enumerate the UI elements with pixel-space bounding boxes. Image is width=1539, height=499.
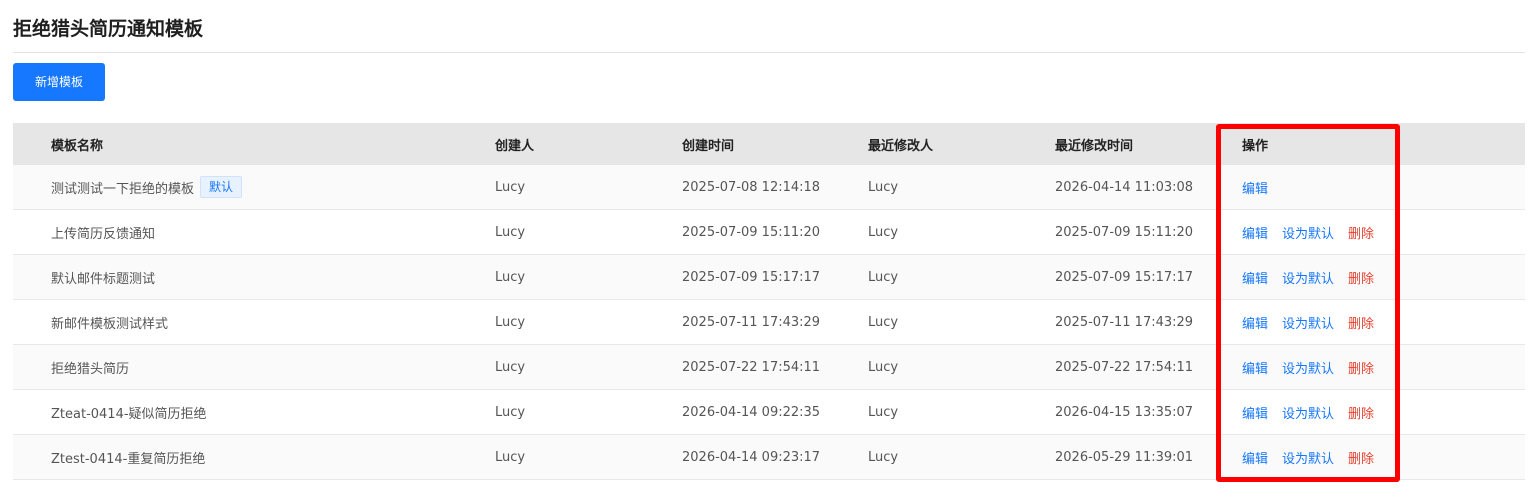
cell-creator: Lucy (495, 314, 526, 330)
delete-link[interactable]: 删除 (1348, 223, 1374, 242)
cell-modifier: Lucy (868, 359, 899, 375)
table-row: 默认邮件标题测试 Lucy 2025-07-09 15:17:17 Lucy 2… (13, 255, 1525, 300)
cell-modifier: Lucy (868, 404, 899, 420)
cell-name: Ztest-0414-重复简历拒绝 (13, 448, 495, 467)
column-header-name: 模板名称 (51, 138, 104, 154)
cell-actions: 编辑 设为默认 删除 (1242, 358, 1525, 377)
edit-link[interactable]: 编辑 (1242, 268, 1268, 287)
cell-modified-at: 2025-07-22 17:54:11 (1055, 359, 1194, 375)
edit-link[interactable]: 编辑 (1242, 313, 1268, 332)
cell-modifier: Lucy (868, 449, 899, 465)
cell-created-at: 2025-07-09 15:11:20 (682, 224, 821, 240)
cell-creator: Lucy (495, 224, 526, 240)
title-divider (13, 52, 1525, 53)
set-default-link[interactable]: 设为默认 (1282, 268, 1334, 287)
cell-creator: Lucy (495, 179, 526, 195)
cell-name: 测试测试一下拒绝的模板 默认 (13, 176, 495, 198)
add-template-button[interactable]: 新增模板 (13, 63, 105, 101)
template-table: 模板名称 创建人 创建时间 最近修改人 最近修改时间 操作 测试测试一下拒绝的模… (13, 123, 1525, 480)
set-default-link[interactable]: 设为默认 (1282, 358, 1334, 377)
template-name: Ztest-0414-重复简历拒绝 (51, 451, 206, 467)
column-header-creator: 创建人 (495, 138, 535, 154)
cell-actions: 编辑 设为默认 删除 (1242, 268, 1525, 287)
cell-name: Zteat-0414-疑似简历拒绝 (13, 403, 495, 422)
template-name: 拒绝猎头简历 (51, 361, 130, 377)
cell-created-at: 2025-07-22 17:54:11 (682, 359, 821, 375)
edit-link[interactable]: 编辑 (1242, 223, 1268, 242)
cell-name: 新邮件模板测试样式 (13, 313, 495, 332)
set-default-link[interactable]: 设为默认 (1282, 403, 1334, 422)
template-name: Zteat-0414-疑似简历拒绝 (51, 406, 207, 422)
cell-modified-at: 2025-07-09 15:11:20 (1055, 224, 1194, 240)
cell-actions: 编辑 设为默认 删除 (1242, 448, 1525, 467)
cell-creator: Lucy (495, 359, 526, 375)
cell-modified-at: 2026-04-14 11:03:08 (1055, 179, 1194, 195)
default-badge: 默认 (200, 176, 243, 198)
cell-created-at: 2025-07-09 15:17:17 (682, 269, 821, 285)
set-default-link[interactable]: 设为默认 (1282, 313, 1334, 332)
delete-link[interactable]: 删除 (1348, 358, 1374, 377)
cell-created-at: 2026-04-14 09:23:17 (682, 449, 821, 465)
table-row: 测试测试一下拒绝的模板 默认 Lucy 2025-07-08 12:14:18 … (13, 165, 1525, 210)
delete-link[interactable]: 删除 (1348, 268, 1374, 287)
cell-actions: 编辑 设为默认 删除 (1242, 313, 1525, 332)
delete-link[interactable]: 删除 (1348, 313, 1374, 332)
table-header: 模板名称 创建人 创建时间 最近修改人 最近修改时间 操作 (13, 123, 1525, 165)
cell-created-at: 2025-07-08 12:14:18 (682, 179, 821, 195)
column-header-actions: 操作 (1242, 138, 1269, 154)
column-header-modifier: 最近修改人 (868, 138, 934, 154)
cell-modified-at: 2026-05-29 11:39:01 (1055, 449, 1194, 465)
cell-name: 拒绝猎头简历 (13, 358, 495, 377)
page-title: 拒绝猎头简历通知模板 (13, 18, 204, 40)
table-row: 上传简历反馈通知 Lucy 2025-07-09 15:11:20 Lucy 2… (13, 210, 1525, 255)
template-name: 上传简历反馈通知 (51, 226, 156, 242)
edit-link[interactable]: 编辑 (1242, 448, 1268, 467)
edit-link[interactable]: 编辑 (1242, 403, 1268, 422)
cell-created-at: 2025-07-11 17:43:29 (682, 314, 821, 330)
edit-link[interactable]: 编辑 (1242, 178, 1268, 197)
template-name: 默认邮件标题测试 (51, 271, 156, 287)
table-row: 新邮件模板测试样式 Lucy 2025-07-11 17:43:29 Lucy … (13, 300, 1525, 345)
cell-modified-at: 2026-04-15 13:35:07 (1055, 404, 1194, 420)
cell-actions: 编辑 设为默认 删除 (1242, 403, 1525, 422)
cell-actions: 编辑 设为默认 删除 (1242, 223, 1525, 242)
cell-modifier: Lucy (868, 224, 899, 240)
template-name: 新邮件模板测试样式 (51, 316, 169, 332)
cell-modified-at: 2025-07-11 17:43:29 (1055, 314, 1194, 330)
table-row: 拒绝猎头简历 Lucy 2025-07-22 17:54:11 Lucy 202… (13, 345, 1525, 390)
cell-modified-at: 2025-07-09 15:17:17 (1055, 269, 1194, 285)
delete-link[interactable]: 删除 (1348, 403, 1374, 422)
set-default-link[interactable]: 设为默认 (1282, 448, 1334, 467)
cell-creator: Lucy (495, 404, 526, 420)
cell-created-at: 2026-04-14 09:22:35 (682, 404, 821, 420)
table-row: Zteat-0414-疑似简历拒绝 Lucy 2026-04-14 09:22:… (13, 390, 1525, 435)
cell-creator: Lucy (495, 449, 526, 465)
column-header-modified-at: 最近修改时间 (1055, 138, 1134, 154)
cell-modifier: Lucy (868, 314, 899, 330)
cell-actions: 编辑 (1242, 178, 1525, 197)
cell-modifier: Lucy (868, 179, 899, 195)
column-header-created-at: 创建时间 (682, 138, 735, 154)
template-name: 测试测试一下拒绝的模板 (51, 181, 195, 197)
cell-modifier: Lucy (868, 269, 899, 285)
delete-link[interactable]: 删除 (1348, 448, 1374, 467)
cell-name: 默认邮件标题测试 (13, 268, 495, 287)
set-default-link[interactable]: 设为默认 (1282, 223, 1334, 242)
template-list-page: 拒绝猎头简历通知模板 新增模板 模板名称 创建人 创建时间 最近修改人 最近修改… (0, 0, 1539, 499)
cell-name: 上传简历反馈通知 (13, 223, 495, 242)
cell-creator: Lucy (495, 269, 526, 285)
edit-link[interactable]: 编辑 (1242, 358, 1268, 377)
table-row: Ztest-0414-重复简历拒绝 Lucy 2026-04-14 09:23:… (13, 435, 1525, 480)
